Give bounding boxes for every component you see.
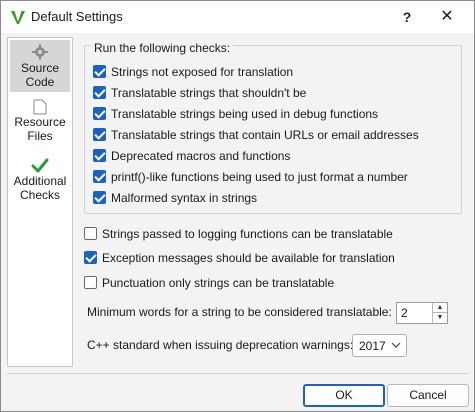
check-malformed-syntax-label: Malformed syntax in strings [111,191,258,205]
sidebar-item-label: Resource [14,115,66,129]
sidebar-item-label: Source [20,61,60,75]
checks-group-title: Run the following checks: [91,41,234,55]
min-words-stepper[interactable]: 2 ▲ ▼ [396,302,448,324]
check-not-exposed-label: Strings not exposed for translation [111,65,294,79]
gear-icon [32,44,48,60]
check-deprecated-macros-checkbox[interactable] [93,149,106,162]
option-punctuation-only-label: Punctuation only strings can be translat… [102,276,335,290]
option-exception-messages-label: Exception messages should be available f… [102,251,395,265]
check-malformed-syntax-checkbox[interactable] [93,191,106,204]
stepper-up-icon[interactable]: ▲ [432,303,447,313]
check-debug-functions-checkbox[interactable] [93,107,106,120]
sidebar-item-label: Checks [19,188,60,202]
sidebar-item-label: Code [25,75,55,89]
min-words-label: Minimum words for a string to be conside… [87,305,392,319]
check-urls-emails-checkbox[interactable] [93,128,106,141]
close-button[interactable]: ✕ [427,1,467,33]
cpp-standard-value: 2017 [359,339,386,353]
title-bar: Default Settings ? ✕ [1,1,474,33]
sidebar-item-source-code[interactable]: Source Code [10,40,70,92]
footer-divider [7,373,468,374]
sidebar-item-label: Files [27,129,53,143]
cpp-standard-label: C++ standard when issuing deprecation wa… [87,338,354,352]
help-button[interactable]: ? [387,1,427,33]
ok-button[interactable]: OK [303,384,385,407]
sidebar-item-additional-checks[interactable]: Additional Checks [10,156,70,210]
min-words-value: 2 [401,306,408,320]
check-debug-functions-label: Translatable strings being used in debug… [111,107,379,121]
app-logo-icon [11,10,25,24]
window-title: Default Settings [31,9,123,24]
chevron-down-icon [391,342,401,348]
cpp-standard-select[interactable]: 2017 [352,334,407,357]
checkmark-icon [31,158,49,173]
settings-sidebar: Source Code Resource Files Additional Ch… [7,37,73,367]
option-logging-translatable-label: Strings passed to logging functions can … [102,227,393,241]
check-shouldnt-translate-label: Translatable strings that shouldn't be [111,86,307,100]
check-urls-emails-label: Translatable strings that contain URLs o… [111,128,419,142]
sidebar-item-label: Additional [13,174,67,188]
cancel-button[interactable]: Cancel [387,384,469,407]
check-printf-number-checkbox[interactable] [93,170,106,183]
check-not-exposed-checkbox[interactable] [93,65,106,78]
check-printf-number-label: printf()-like functions being used to ju… [111,170,408,184]
default-settings-dialog: Default Settings ? ✕ Source Code Resourc… [0,0,475,412]
option-punctuation-only-checkbox[interactable] [84,276,97,289]
file-icon [33,99,47,115]
option-logging-translatable-checkbox[interactable] [84,227,97,240]
option-exception-messages-checkbox[interactable] [84,251,97,264]
stepper-down-icon[interactable]: ▼ [432,313,447,323]
sidebar-item-resource-files[interactable]: Resource Files [10,96,70,150]
check-shouldnt-translate-checkbox[interactable] [93,86,106,99]
check-deprecated-macros-label: Deprecated macros and functions [111,149,291,163]
